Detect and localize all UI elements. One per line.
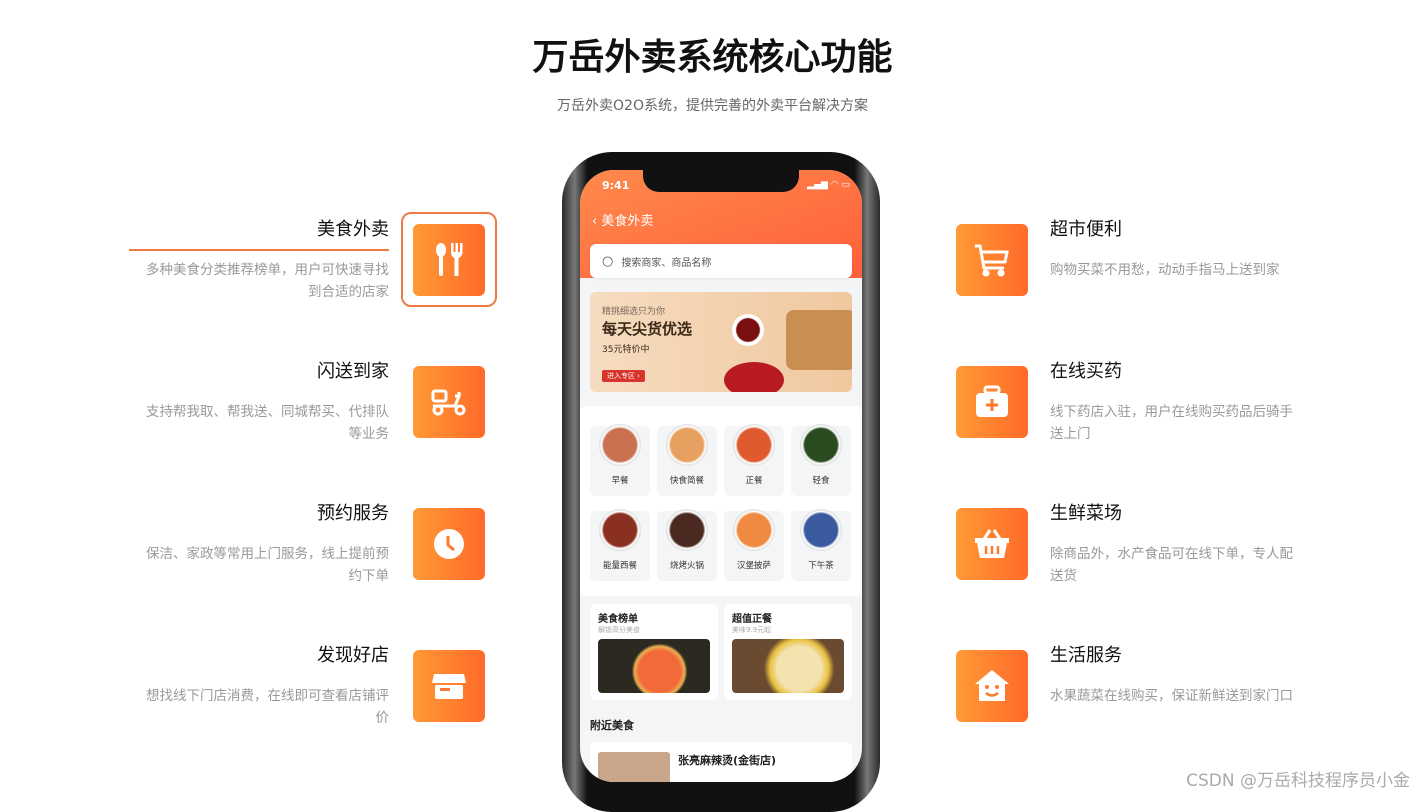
- nearby-title: 附近美食: [590, 719, 634, 732]
- category-item[interactable]: 轻食: [791, 424, 851, 496]
- feature-title: 在线买药: [1050, 361, 1122, 382]
- feature-title: 预约服务: [317, 503, 389, 524]
- status-time: 9:41: [602, 179, 630, 192]
- category-item[interactable]: 正餐: [724, 424, 784, 496]
- promo-banner[interactable]: 精挑细选只为你 每天尖货优选 35元特价中 进入专区 ›: [590, 292, 852, 392]
- status-icons: ▂▄▆ ◠ ▭: [807, 180, 850, 190]
- feature-title: 超市便利: [1050, 219, 1122, 240]
- category-label: 快食简餐: [669, 476, 704, 486]
- category-label: 早餐: [611, 476, 629, 486]
- feature-desc: 购物买菜不用愁，动动手指马上送到家: [1050, 262, 1280, 278]
- house-smile-icon: [956, 650, 1028, 722]
- feature-desc: 保洁、家政等常用上门服务，线上提前预约下单: [146, 546, 389, 584]
- category-label: 轻食: [812, 476, 830, 486]
- category-label: 下午茶: [808, 561, 834, 571]
- category-image: [666, 424, 708, 466]
- feature-desc: 水果蔬菜在线购买，保证新鲜送到家门口: [1050, 688, 1293, 704]
- category-label: 烧烤火锅: [669, 561, 704, 571]
- category-item[interactable]: 快食简餐: [657, 424, 717, 496]
- banner-line3: 35元特价中: [602, 345, 650, 355]
- feature-desc: 除商品外，水产食品可在线下单，专人配送货: [1050, 546, 1293, 584]
- medkit-icon: [956, 366, 1028, 438]
- category-label: 汉堡披萨: [736, 561, 771, 571]
- cart-icon: [956, 224, 1028, 296]
- feature-title: 闪送到家: [317, 361, 389, 382]
- category-item[interactable]: 下午茶: [791, 509, 851, 581]
- category-image: [733, 424, 775, 466]
- shop-name: 张亮麻辣烫(金街店): [678, 754, 777, 767]
- active-underline: [129, 249, 389, 251]
- page-subtitle: 万岳外卖O2O系统，提供完善的外卖平台解决方案: [557, 98, 868, 114]
- category-item[interactable]: 早餐: [590, 424, 650, 496]
- banner-line2: 每天尖货优选: [602, 320, 693, 338]
- card-value-meal[interactable]: 超值正餐 美味9.9元起: [724, 604, 852, 700]
- category-grid: 早餐 快食简餐 正餐 轻食能量西餐 烧烤火锅 汉堡披萨 下午茶: [580, 406, 862, 596]
- card-food-ranking[interactable]: 美食榜单 解锁高分美食: [590, 604, 718, 700]
- fork-spoon-icon: [413, 224, 485, 296]
- watermark: CSDN @万岳科技程序员小金: [1186, 771, 1410, 791]
- phone-mockup: 9:41 ▂▄▆ ◠ ▭ ‹ 美食外卖 ○ 搜索商家、商品名称 精挑细选只为你 每…: [562, 152, 880, 812]
- back-button[interactable]: ‹ 美食外卖: [592, 210, 653, 229]
- category-image: [800, 509, 842, 551]
- category-item[interactable]: 汉堡披萨: [724, 509, 784, 581]
- feature-desc: 线下药店入驻，用户在线购买药品后骑手送上门: [1050, 404, 1293, 442]
- search-placeholder: 搜索商家、商品名称: [621, 257, 712, 269]
- category-image: [599, 509, 641, 551]
- category-image: [599, 424, 641, 466]
- feature-title: 生鲜菜场: [1050, 503, 1122, 524]
- search-icon: ○: [602, 253, 614, 269]
- basket-icon: [956, 508, 1028, 580]
- banner-line1: 精挑细选只为你: [602, 307, 666, 317]
- nav-title: 美食外卖: [601, 214, 654, 229]
- feature-title: 美食外卖: [317, 219, 389, 240]
- feature-title: 发现好店: [317, 645, 389, 666]
- banner-enter-button[interactable]: 进入专区 ›: [602, 370, 646, 382]
- shop-item[interactable]: 张亮麻辣烫(金街店): [590, 742, 852, 782]
- search-input[interactable]: ○ 搜索商家、商品名称: [590, 244, 852, 278]
- scooter-icon: [413, 366, 485, 438]
- feature-desc: 支持帮我取、帮我送、同城帮买、代排队等业务: [146, 404, 389, 442]
- category-label: 正餐: [745, 476, 763, 486]
- feature-desc: 想找线下门店消费，在线即可查看店铺评价: [146, 688, 389, 726]
- category-image: [666, 509, 708, 551]
- category-image: [733, 509, 775, 551]
- page-title: 万岳外卖系统核心功能: [532, 37, 893, 78]
- store-icon: [413, 650, 485, 722]
- category-label: 能量西餐: [602, 561, 637, 571]
- category-item[interactable]: 能量西餐: [590, 509, 650, 581]
- feature-desc: 多种美食分类推荐榜单，用户可快速寻找到合适的店家: [146, 262, 389, 300]
- phone-screen: 9:41 ▂▄▆ ◠ ▭ ‹ 美食外卖 ○ 搜索商家、商品名称 精挑细选只为你 每…: [580, 170, 862, 782]
- feature-title: 生活服务: [1050, 645, 1122, 666]
- category-item[interactable]: 烧烤火锅: [657, 509, 717, 581]
- clock-icon: [413, 508, 485, 580]
- category-image: [800, 424, 842, 466]
